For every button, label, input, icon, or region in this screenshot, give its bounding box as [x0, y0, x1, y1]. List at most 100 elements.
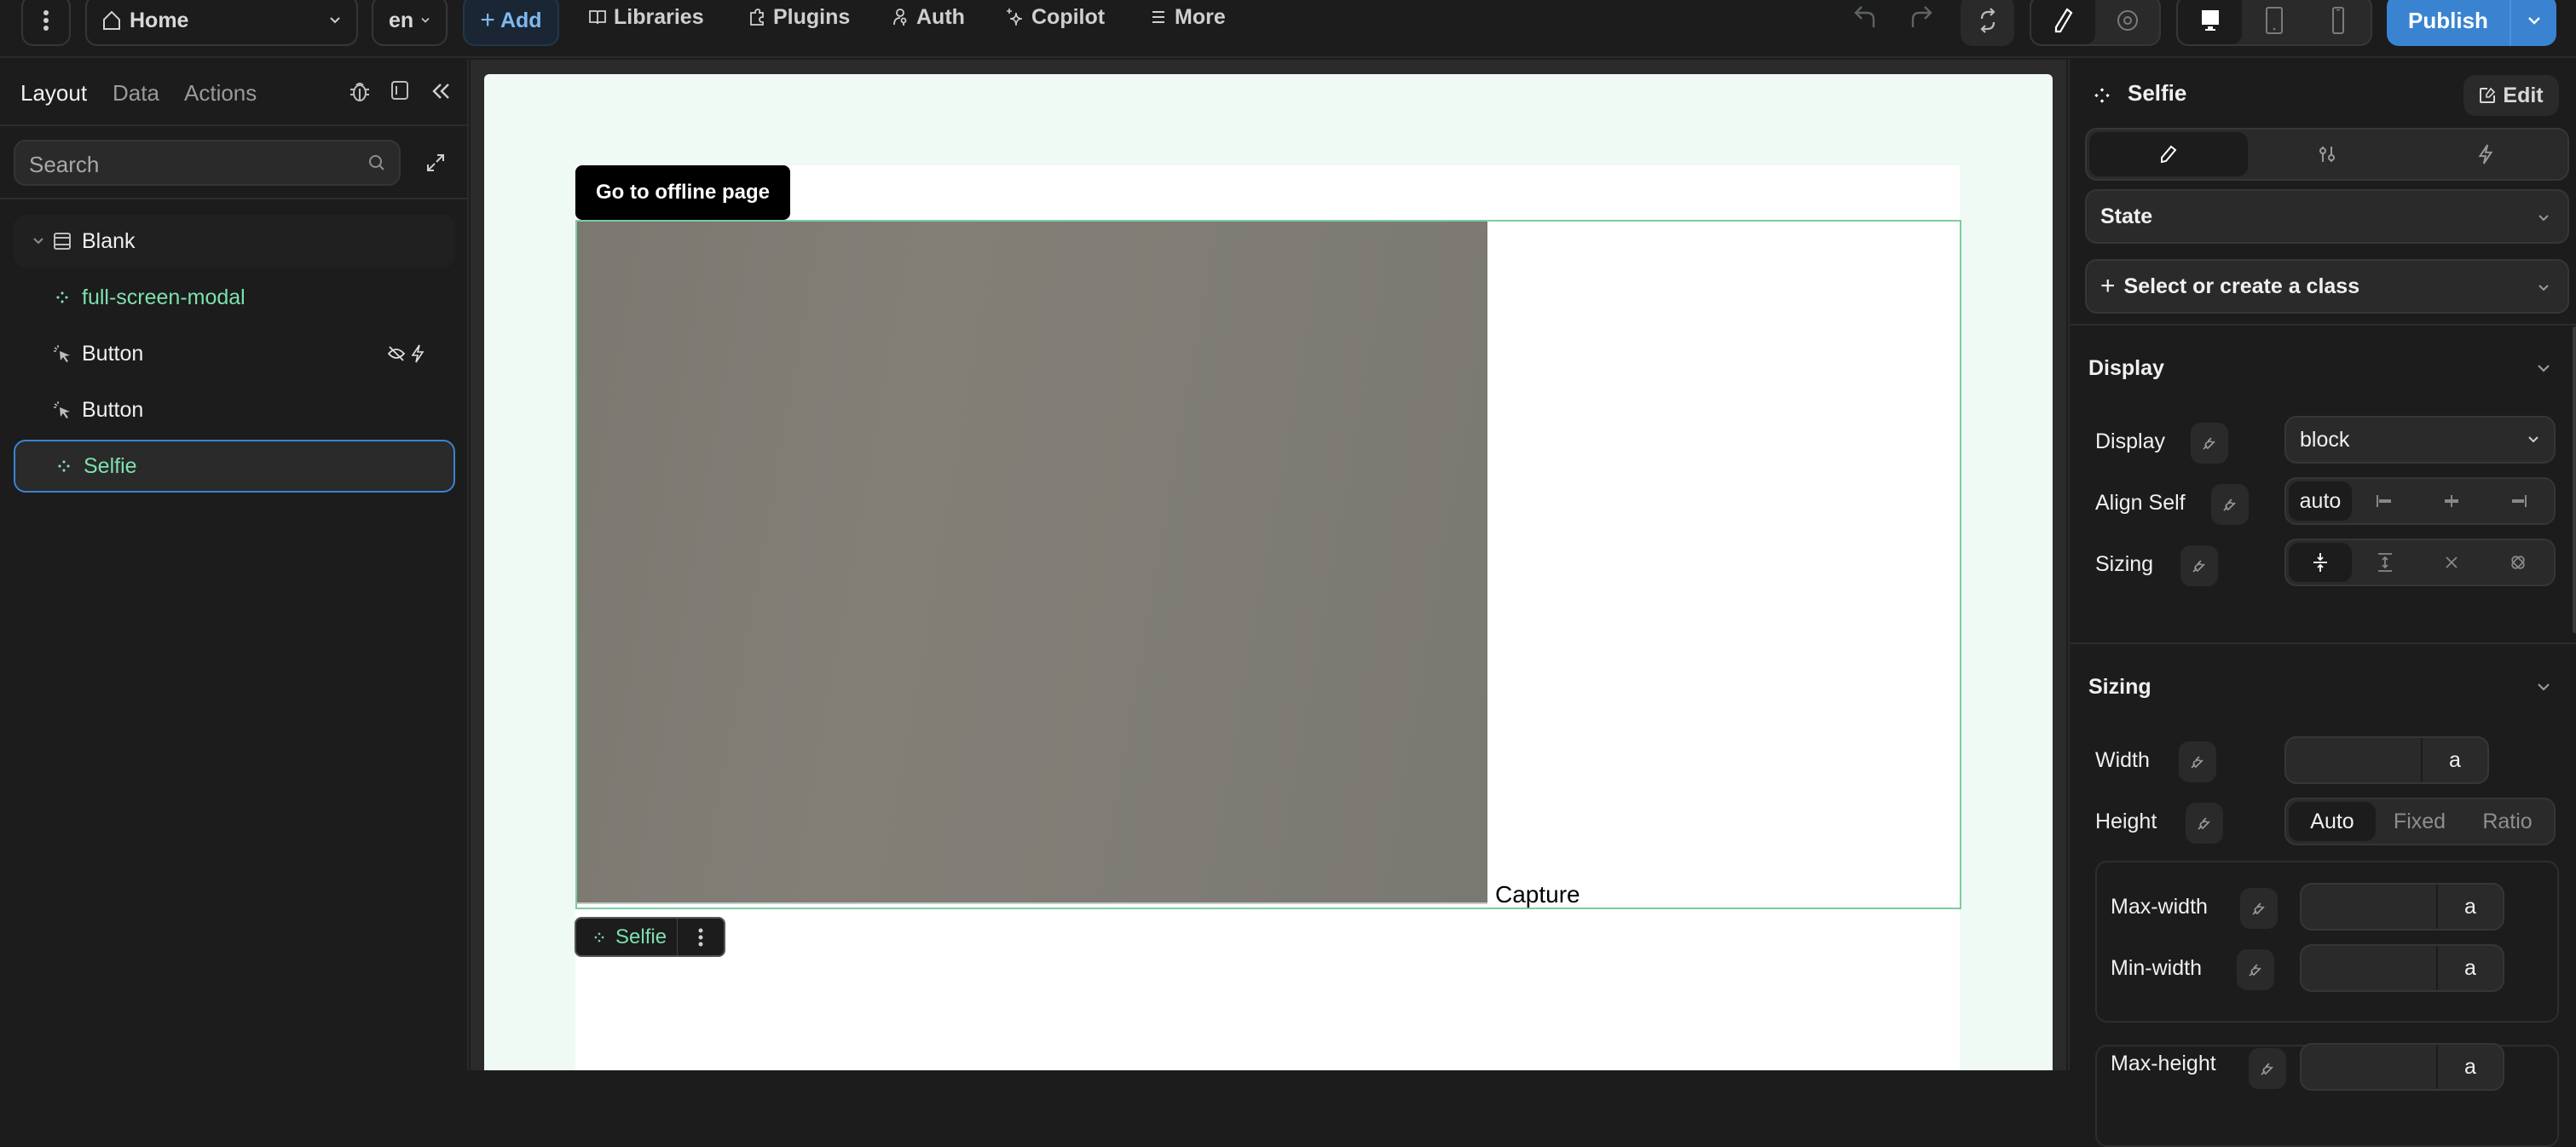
- sidebar-layout-icon[interactable]: [390, 80, 409, 101]
- bind-data-button[interactable]: [2191, 423, 2228, 464]
- sizing-none[interactable]: [2418, 543, 2485, 582]
- tree-item-selfie-selected[interactable]: Selfie: [14, 440, 455, 493]
- state-select[interactable]: State: [2085, 189, 2569, 244]
- tree-item-blank[interactable]: Blank: [14, 215, 455, 268]
- plug-icon: [2252, 902, 2265, 915]
- plugins-button[interactable]: Plugins: [748, 0, 850, 34]
- selection-tag-menu-button[interactable]: [678, 928, 724, 947]
- max-width-label: Max-width: [2111, 895, 2208, 919]
- tab-workflows[interactable]: [2406, 132, 2565, 176]
- tab-data[interactable]: Data: [113, 80, 159, 107]
- tree-item-full-screen-modal[interactable]: full-screen-modal: [14, 271, 455, 324]
- min-width-input[interactable]: a: [2300, 944, 2504, 992]
- mobile-view-button[interactable]: [2307, 0, 2371, 44]
- sizing-section-title[interactable]: Sizing: [2088, 675, 2151, 700]
- mode-toggle: [2030, 0, 2161, 46]
- bind-data-button[interactable]: [2180, 545, 2218, 586]
- edit-mode-button[interactable]: [2031, 0, 2095, 44]
- collapse-panel-icon[interactable]: [431, 83, 450, 100]
- align-self-control: auto: [2284, 477, 2556, 525]
- height-ratio[interactable]: Ratio: [2463, 802, 2551, 841]
- chevron-down-icon: [2538, 215, 2549, 222]
- app-menu-button[interactable]: [21, 0, 71, 46]
- tree-item-button[interactable]: Button: [14, 383, 455, 436]
- selection-tag-label[interactable]: Selfie: [576, 919, 679, 955]
- lightning-icon[interactable]: [411, 344, 425, 363]
- chevron-down-icon[interactable]: [32, 237, 44, 245]
- lightning-icon: [2478, 144, 2493, 164]
- page-select[interactable]: Home: [85, 0, 358, 46]
- copilot-label: Copilot: [1031, 4, 1106, 29]
- tab-style[interactable]: [2089, 132, 2248, 176]
- plug-icon: [2203, 437, 2215, 450]
- tree-item-button[interactable]: Button: [14, 327, 455, 380]
- align-self-auto[interactable]: auto: [2289, 481, 2352, 521]
- min-width-unit-select[interactable]: a: [2438, 946, 2503, 990]
- plus-icon: +: [480, 6, 495, 34]
- plug-icon: [2261, 1063, 2273, 1075]
- bind-data-button[interactable]: [2240, 888, 2278, 929]
- sizing-shrink[interactable]: [2289, 543, 2352, 582]
- max-height-input[interactable]: a: [2300, 1043, 2504, 1091]
- height-fixed[interactable]: Fixed: [2376, 802, 2463, 841]
- hidden-eye-icon[interactable]: [387, 345, 406, 362]
- bind-data-button[interactable]: [2237, 949, 2274, 990]
- display-section-title[interactable]: Display: [2088, 356, 2164, 381]
- refresh-button[interactable]: [1961, 0, 2014, 46]
- bind-data-button[interactable]: [2211, 484, 2249, 525]
- height-auto[interactable]: Auto: [2289, 802, 2376, 841]
- copilot-button[interactable]: Copilot: [1006, 0, 1105, 34]
- edit-component-button[interactable]: Edit: [2463, 75, 2559, 116]
- desktop-view-button[interactable]: [2178, 0, 2243, 44]
- max-width-input[interactable]: a: [2300, 883, 2504, 931]
- undo-icon: [1854, 6, 1875, 27]
- debug-bug-icon[interactable]: [349, 80, 370, 102]
- align-self-end[interactable]: [2485, 481, 2551, 521]
- tab-layout[interactable]: Layout: [20, 80, 87, 107]
- add-button[interactable]: + Add: [463, 0, 559, 46]
- align-self-label: Align Self: [2095, 491, 2186, 515]
- undo-button[interactable]: [1853, 3, 1879, 31]
- chevron-down-icon[interactable]: [2535, 360, 2552, 377]
- min-width-value[interactable]: [2302, 946, 2438, 990]
- pencil-icon: [2054, 8, 2072, 33]
- panel-scrollbar[interactable]: [2573, 326, 2576, 633]
- display-select[interactable]: block: [2284, 416, 2556, 464]
- go-to-offline-page-button[interactable]: Go to offline page: [575, 165, 790, 220]
- language-select[interactable]: en: [372, 0, 448, 46]
- class-select[interactable]: + Select or create a class: [2085, 259, 2569, 314]
- more-button[interactable]: More: [1149, 0, 1226, 34]
- publish-button[interactable]: Publish: [2387, 0, 2511, 46]
- chevron-down-icon[interactable]: [2535, 678, 2552, 695]
- max-height-value[interactable]: [2302, 1045, 2438, 1089]
- plug-icon: [2192, 560, 2205, 573]
- align-self-center[interactable]: [2418, 481, 2485, 521]
- sizing-custom[interactable]: [2485, 543, 2551, 582]
- align-self-start[interactable]: [2352, 481, 2418, 521]
- tab-settings[interactable]: [2248, 132, 2406, 176]
- auth-button[interactable]: Auth: [891, 0, 965, 34]
- max-width-value[interactable]: [2302, 885, 2438, 929]
- sizing-fill[interactable]: [2352, 543, 2418, 582]
- preview-mode-button[interactable]: [2095, 0, 2159, 44]
- chevron-down-icon: [2527, 17, 2540, 25]
- bind-data-button[interactable]: [2186, 803, 2223, 844]
- publish-options-button[interactable]: [2511, 0, 2556, 46]
- max-width-unit-select[interactable]: a: [2438, 885, 2503, 929]
- redo-button[interactable]: [1909, 3, 1935, 31]
- plus-icon: +: [2100, 272, 2116, 300]
- tablet-view-button[interactable]: [2242, 0, 2306, 44]
- sizing-label: Sizing: [2095, 552, 2154, 576]
- expand-icon[interactable]: [426, 153, 445, 172]
- libraries-button[interactable]: Libraries: [588, 0, 704, 34]
- width-value[interactable]: [2286, 738, 2423, 782]
- capture-button[interactable]: Capture: [1495, 881, 1580, 908]
- bind-data-button[interactable]: [2179, 741, 2216, 782]
- width-unit-select[interactable]: a: [2423, 738, 2487, 782]
- user-key-icon: [893, 9, 907, 26]
- max-height-unit-select[interactable]: a: [2438, 1045, 2503, 1089]
- bind-data-button[interactable]: [2249, 1048, 2286, 1089]
- search-input[interactable]: Search: [14, 140, 401, 186]
- width-input[interactable]: a: [2284, 736, 2489, 784]
- tab-actions[interactable]: Actions: [184, 80, 257, 107]
